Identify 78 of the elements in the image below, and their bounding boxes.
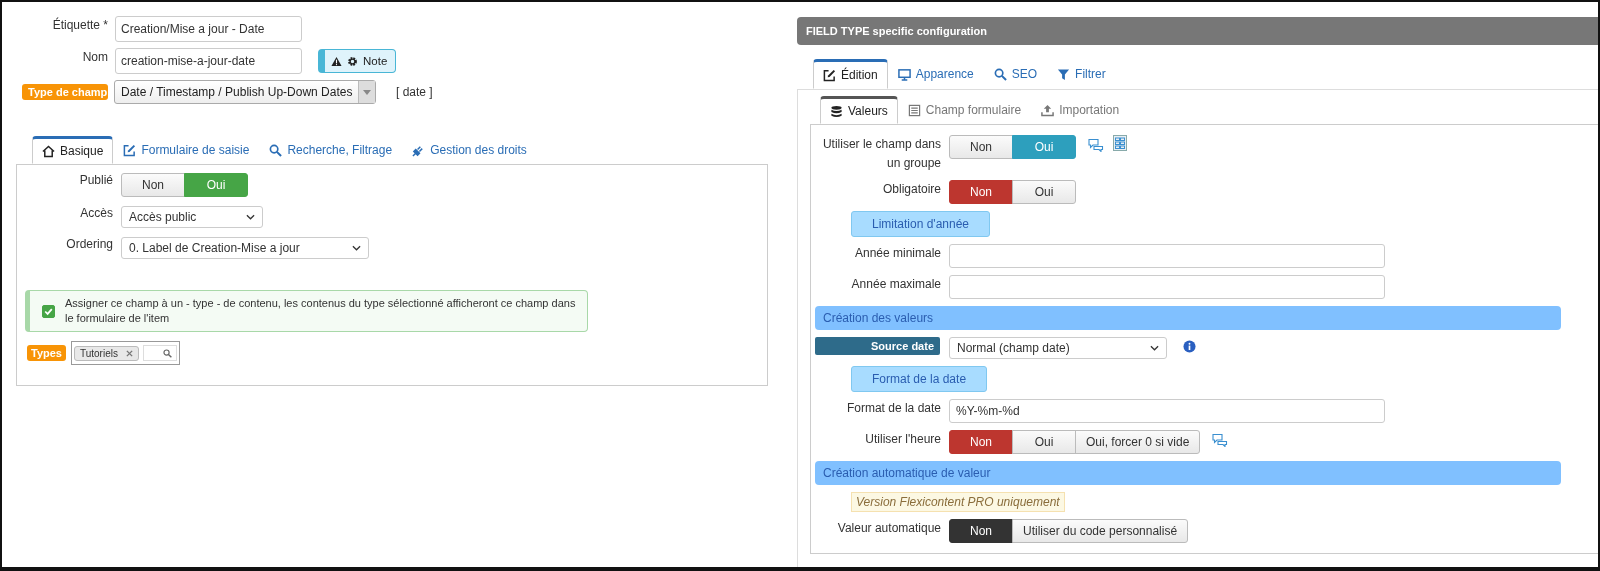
field-label: Obligatoire <box>881 181 942 198</box>
toggle-option[interactable]: Non <box>949 135 1013 159</box>
toggle-option[interactable]: Non <box>121 173 185 197</box>
form-icon <box>907 103 921 117</box>
warning-icon <box>331 55 342 67</box>
tab[interactable]: Basique <box>32 136 114 164</box>
tab[interactable]: SEO <box>983 59 1048 89</box>
filter-icon <box>1057 67 1071 81</box>
field-label: Accès <box>79 206 114 220</box>
chevron-down-icon <box>1150 345 1159 351</box>
field-label: Année maximale <box>850 276 942 293</box>
tab[interactable]: Recherche, Filtrage <box>259 136 403 164</box>
database-icon <box>830 104 843 118</box>
group-label: Format de la date <box>851 366 988 392</box>
field-label: Ordering <box>65 237 114 251</box>
info-icon[interactable] <box>1183 340 1196 353</box>
text-field[interactable] <box>949 244 1385 268</box>
panel-header: FIELD TYPE specific configuration <box>797 17 1598 45</box>
monitor-icon <box>897 67 911 81</box>
text-field[interactable]: %Y-%m-%d <box>949 399 1385 423</box>
field-type-label: Type de champ <box>22 84 108 100</box>
tag-field[interactable]: Tutoriels <box>71 341 180 365</box>
pro-notice: Version Flexicontent PRO uniquement <box>851 492 1065 512</box>
upload-icon <box>1041 103 1055 117</box>
field-label: Nom <box>81 49 109 64</box>
tab[interactable]: Édition <box>813 59 888 89</box>
select-field[interactable]: Normal (champ date) <box>949 337 1167 359</box>
toggle-option[interactable]: Non <box>949 180 1013 204</box>
field-type-code: [ date ] <box>396 85 433 99</box>
comments-icon[interactable] <box>1088 138 1104 152</box>
search-icon <box>993 67 1007 81</box>
tab[interactable]: Apparence <box>887 59 984 89</box>
tab[interactable]: Formulaire de saisie <box>113 136 260 164</box>
checkbox[interactable] <box>42 304 55 318</box>
text-field[interactable] <box>949 275 1385 299</box>
field-label: Utiliser le champ dans un groupe <box>821 136 942 172</box>
select-field[interactable]: Accès public <box>121 206 263 228</box>
tab[interactable]: Filtrer <box>1047 59 1116 89</box>
tab[interactable]: Gestion des droits <box>402 136 537 164</box>
tab[interactable]: Valeurs <box>820 96 898 124</box>
home-icon <box>42 144 55 158</box>
toggle-option[interactable]: Non <box>949 519 1013 543</box>
field-label: Étiquette * <box>51 16 109 32</box>
note-button[interactable]: Note <box>318 49 397 73</box>
search-icon <box>269 143 283 157</box>
gear-icon <box>347 55 358 67</box>
tab[interactable]: Champ formulaire <box>897 96 1032 124</box>
comments-icon[interactable] <box>1212 433 1229 447</box>
tab[interactable]: Importation <box>1031 96 1130 124</box>
notice-text: Assigner ce champ à un - type - de contenu, les contenus du type sélectionné afficheront ce champ dans le formulaire de l'item <box>65 296 577 326</box>
text-field[interactable]: Creation/Mise a jour - Date <box>115 16 302 42</box>
chevron-down-icon <box>352 245 361 251</box>
text-field[interactable]: creation-mise-a-jour-date <box>115 48 302 74</box>
layout-icon[interactable] <box>1112 135 1128 151</box>
section-heading: Création des valeurs <box>815 306 1561 330</box>
field-label: Valeur automatique <box>836 520 942 537</box>
field-label: Source date <box>815 337 940 355</box>
section-heading: Création automatique de valeur <box>815 461 1561 485</box>
types-label: Types <box>27 345 66 361</box>
remove-icon[interactable] <box>125 349 133 357</box>
toggle-option[interactable]: Oui <box>1012 430 1076 454</box>
toggle-option[interactable]: Oui <box>1012 180 1076 204</box>
caret-icon <box>363 89 372 95</box>
edit-icon <box>123 143 137 157</box>
select-field[interactable]: 0. Label de Creation-Mise a jour <box>121 237 369 259</box>
field-label: Utiliser l'heure <box>864 431 942 448</box>
toggle-option[interactable]: Non <box>949 430 1013 454</box>
field-type-select[interactable]: Date / Timestamp / Publish Up-Down Dates <box>114 80 376 104</box>
field-label: Publié <box>78 173 114 187</box>
toggle-option[interactable]: Oui, forcer 0 si vide <box>1075 430 1201 454</box>
tag: Tutoriels <box>74 345 139 361</box>
field-label: Année minimale <box>853 245 942 262</box>
toggle-option[interactable]: Utiliser du code personnalisé <box>1012 519 1189 543</box>
group-label: Limitation d'année <box>851 211 991 237</box>
chevron-down-icon <box>246 214 255 220</box>
edit-icon <box>823 68 836 82</box>
search-icon <box>162 348 172 358</box>
field-label: Format de la date <box>845 400 942 417</box>
